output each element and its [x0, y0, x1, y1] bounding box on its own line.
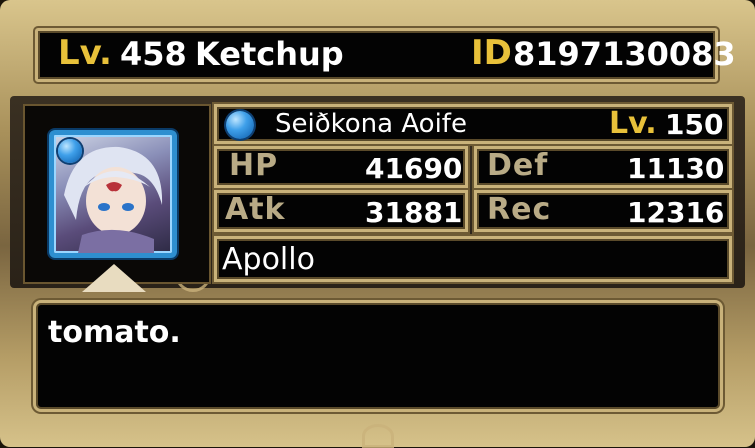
hp-value: 41690	[365, 152, 463, 185]
hp-label: HP	[229, 148, 279, 183]
stat-atk-cell: Atk 31881	[214, 190, 468, 232]
leader-unit-name: Seiðkona Aoife	[275, 109, 467, 139]
def-label: Def	[487, 148, 549, 183]
water-element-icon	[58, 139, 82, 163]
guild-name: Apollo	[222, 242, 315, 277]
rec-value: 12316	[627, 196, 725, 229]
player-message-box: tomato.	[33, 300, 723, 412]
rec-label: Rec	[487, 192, 552, 227]
guild-name-row: Apollo	[214, 236, 732, 282]
leader-name-row: Seiðkona Aoife Lv. 150	[214, 104, 732, 144]
atk-value: 31881	[365, 196, 463, 229]
leader-unit-portrait[interactable]	[49, 130, 177, 258]
atk-label: Atk	[225, 192, 286, 227]
player-id-label: ID	[471, 33, 512, 73]
player-level-label: Lv.	[58, 33, 112, 73]
player-level-value: 458	[120, 35, 187, 73]
player-id-value: 8197130083	[513, 35, 736, 73]
bottom-ornament-decoration	[362, 424, 394, 448]
player-name: Ketchup	[195, 35, 344, 73]
stat-hp-cell: HP 41690	[214, 146, 468, 188]
leader-level-value: 150	[665, 108, 724, 141]
def-value: 11130	[627, 152, 725, 185]
water-orb-icon	[226, 111, 254, 139]
player-header-bar: Lv. 458 Ketchup ID 8197130083	[35, 28, 736, 82]
player-message-text: tomato.	[48, 315, 181, 350]
stat-def-cell: Def 11130	[474, 146, 732, 188]
speech-pointer	[82, 264, 146, 292]
profile-card-frame: Lv. 458 Ketchup ID 8197130083 Seiðkona A…	[0, 0, 755, 448]
leader-level-label: Lv.	[609, 106, 657, 141]
stat-rec-cell: Rec 12316	[474, 190, 732, 232]
